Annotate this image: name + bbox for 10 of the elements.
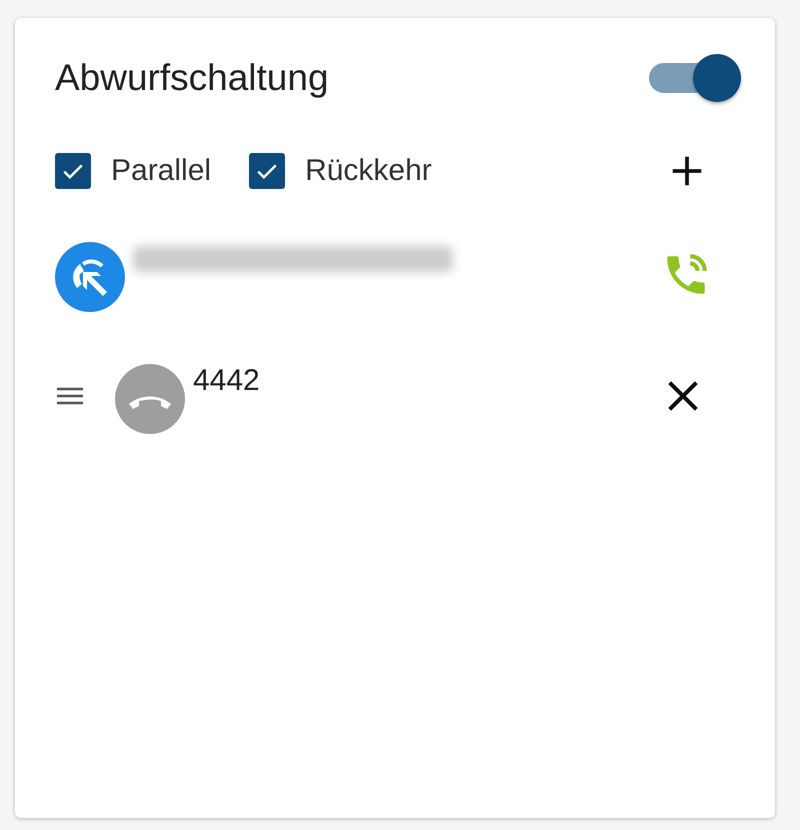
checkbox[interactable]	[249, 153, 286, 189]
card-title: Abwurfschaltung	[55, 57, 329, 99]
drag-handle-icon[interactable]	[55, 386, 85, 406]
checkbox[interactable]	[55, 153, 91, 189]
incoming-call-avatar-icon	[55, 242, 125, 312]
hang-up-avatar-icon	[115, 364, 185, 434]
toggle-switch[interactable]	[649, 54, 741, 102]
checkbox-label: Parallel	[111, 154, 212, 188]
phone-number: 4442	[193, 364, 260, 398]
checkbox-label: Rückkehr	[305, 154, 432, 188]
